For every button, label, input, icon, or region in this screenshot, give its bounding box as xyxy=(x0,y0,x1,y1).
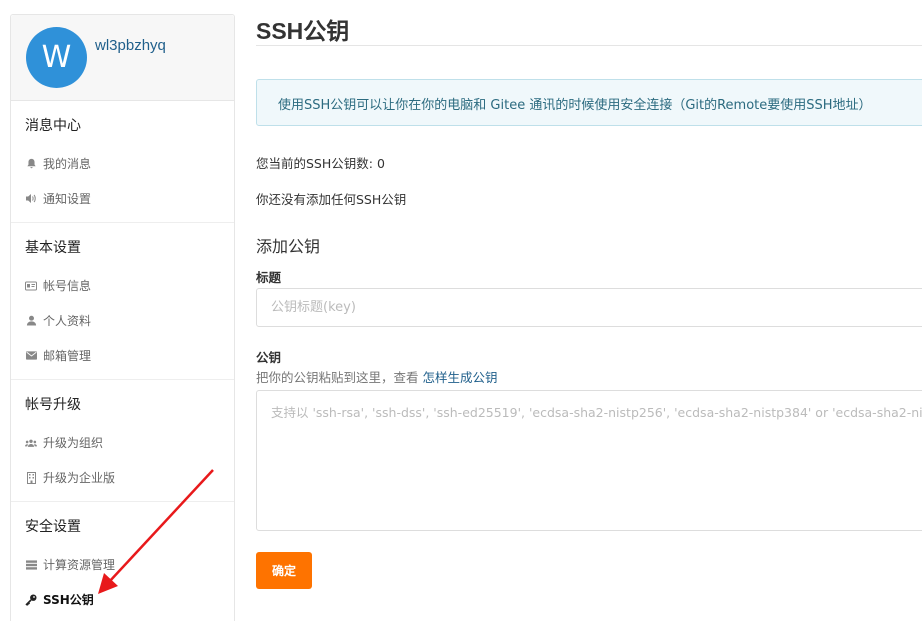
sidebar-item-email[interactable]: 邮箱管理 xyxy=(11,338,234,373)
menu-group-title: 消息中心 xyxy=(25,118,81,134)
sidebar-item-ssh-keys[interactable]: SSH公钥 xyxy=(11,582,234,617)
users-icon xyxy=(25,437,37,449)
sidebar-item-upgrade-org[interactable]: 升级为组织 xyxy=(11,425,234,460)
empty-state-text: 你还没有添加任何SSH公钥 xyxy=(256,192,407,207)
bell-icon xyxy=(25,158,37,170)
sidebar-item-label: 我的消息 xyxy=(43,157,92,171)
sidebar-item-label: 通知设置 xyxy=(43,192,92,206)
sidebar-item-compute-resources[interactable]: 计算资源管理 xyxy=(11,547,234,582)
menu-group-security: 安全设置 计算资源管理 SSH公钥 xyxy=(11,502,234,621)
sidebar-item-label: SSH公钥 xyxy=(43,593,94,607)
menu-group-title: 安全设置 xyxy=(25,519,81,535)
sidebar-item-label: 升级为企业版 xyxy=(43,471,116,485)
sidebar-item-profile[interactable]: 个人资料 xyxy=(11,303,234,338)
sidebar-item-label: 升级为组织 xyxy=(43,436,104,450)
public-key-textarea[interactable] xyxy=(256,390,922,531)
avatar[interactable]: W xyxy=(26,27,87,88)
id-card-icon xyxy=(25,280,37,292)
key-title-input[interactable] xyxy=(256,288,922,327)
sidebar-item-label: 计算资源管理 xyxy=(43,558,116,572)
page-title: SSH公钥 xyxy=(256,0,922,46)
menu-group-title: 基本设置 xyxy=(25,240,81,256)
sidebar-item-upgrade-enterprise[interactable]: 升级为企业版 xyxy=(11,460,234,495)
sidebar-item-account-info[interactable]: 帐号信息 xyxy=(11,268,234,303)
key-hint-text: 把你的公钥粘贴到这里，查看 xyxy=(256,370,423,385)
menu-group-basic: 基本设置 帐号信息 个人资料 邮箱管理 xyxy=(11,223,234,380)
main-content: SSH公钥 使用SSH公钥可以让你在你的电脑和 Gitee 通讯的时候使用安全连… xyxy=(256,0,922,589)
menu-group-upgrade: 帐号升级 升级为组织 升级为企业版 xyxy=(11,380,234,502)
sidebar-item-label: 帐号信息 xyxy=(43,279,92,293)
key-field-label: 公钥 xyxy=(256,350,282,365)
settings-sidebar: W wl3pbzhyq 消息中心 我的消息 通知设置 基本设置 帐号信息 个人资… xyxy=(10,14,235,621)
sidebar-item-my-messages[interactable]: 我的消息 xyxy=(11,146,234,181)
add-key-section-title: 添加公钥 xyxy=(256,237,321,256)
settings-page: W wl3pbzhyq 消息中心 我的消息 通知设置 基本设置 帐号信息 个人资… xyxy=(0,0,922,621)
how-to-generate-key-link[interactable]: 怎样生成公钥 xyxy=(422,370,497,385)
menu-group-messages: 消息中心 我的消息 通知设置 xyxy=(11,101,234,223)
building-icon xyxy=(25,471,37,484)
sidebar-item-label: 个人资料 xyxy=(43,314,92,328)
sidebar-item-label: 邮箱管理 xyxy=(43,349,92,363)
menu-group-title: 帐号升级 xyxy=(25,397,81,413)
ssh-key-count: 您当前的SSH公钥数: 0 xyxy=(256,156,385,171)
server-icon xyxy=(25,559,37,571)
info-alert: 使用SSH公钥可以让你在你的电脑和 Gitee 通讯的时候使用安全连接（Git的… xyxy=(256,79,922,126)
user-icon xyxy=(25,315,37,327)
username-link[interactable]: wl3pbzhyq xyxy=(95,37,166,54)
key-icon xyxy=(25,594,37,606)
user-profile-box: W wl3pbzhyq xyxy=(11,15,234,101)
envelope-icon xyxy=(25,350,37,362)
title-field-label: 标题 xyxy=(256,270,282,285)
submit-button[interactable]: 确定 xyxy=(256,552,312,589)
sidebar-item-notification-settings[interactable]: 通知设置 xyxy=(11,181,234,216)
key-field-hint: 把你的公钥粘贴到这里，查看 怎样生成公钥 xyxy=(256,367,922,385)
volume-icon xyxy=(25,193,37,205)
